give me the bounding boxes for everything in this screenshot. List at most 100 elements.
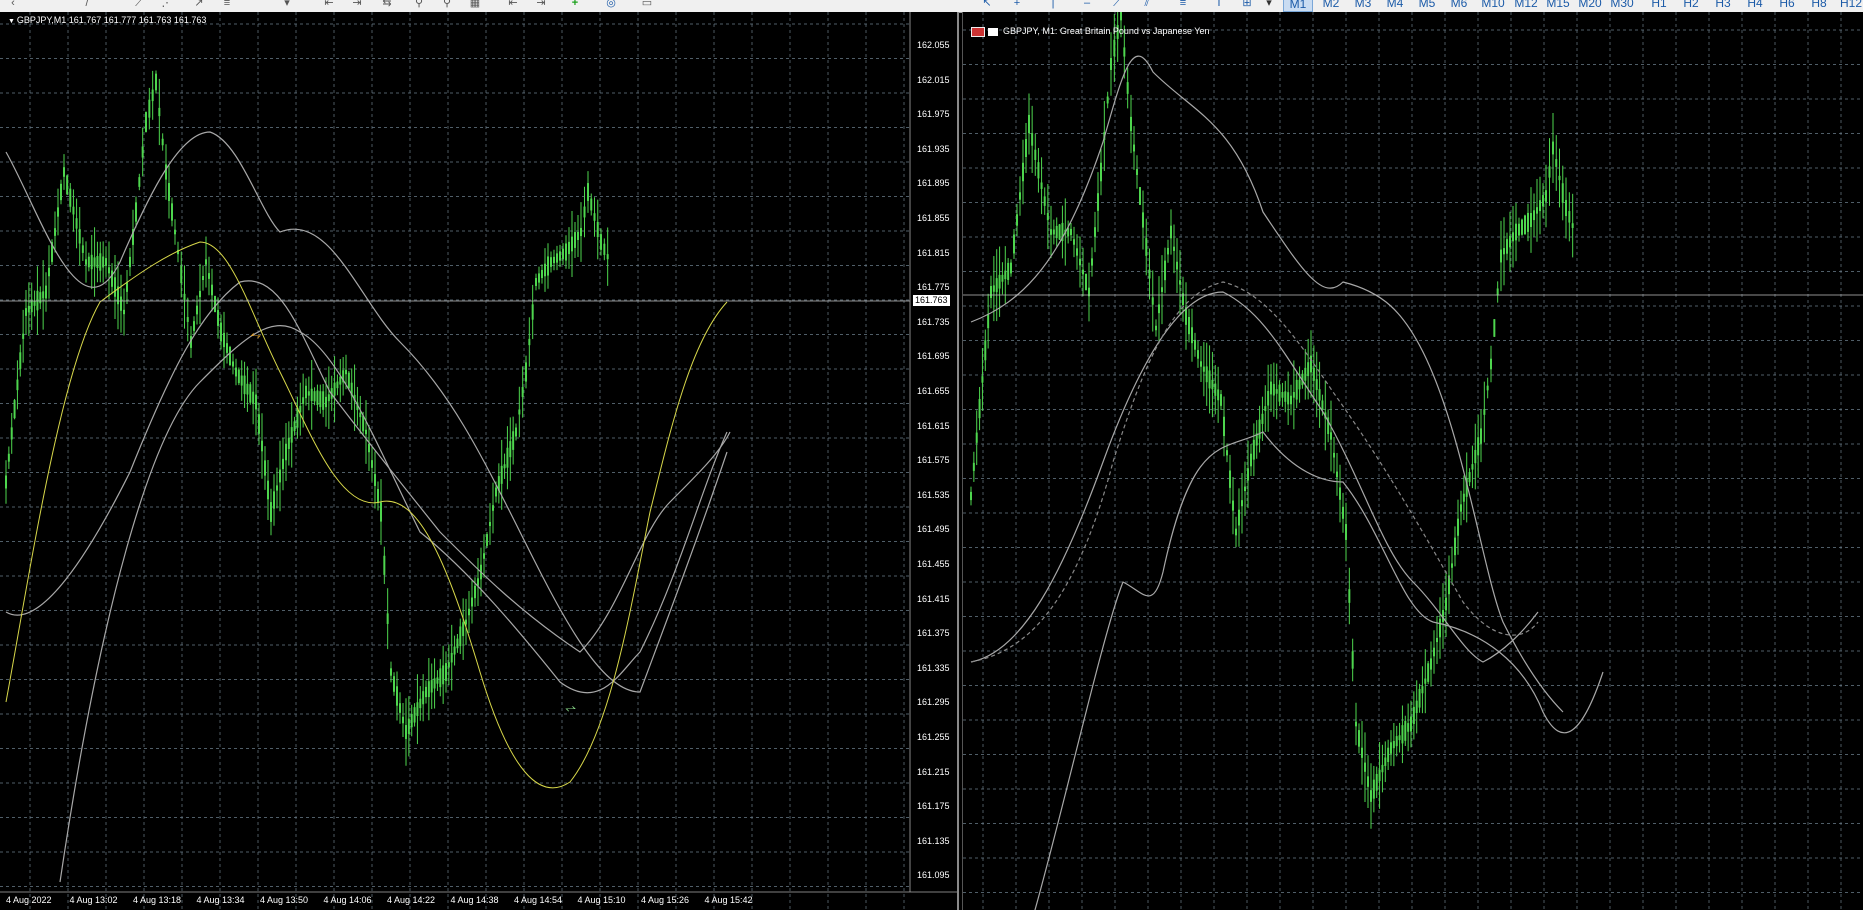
candle-body [1295, 379, 1298, 400]
shapes-icon[interactable]: ⊞ [1240, 0, 1254, 9]
period-left-icon[interactable]: ⇤ [506, 0, 520, 9]
candle-body [30, 300, 33, 313]
dropdown-chevron-icon[interactable]: ▾ [1262, 0, 1276, 9]
candle-body [474, 585, 476, 599]
fibonacci-icon[interactable]: ≡ [1176, 0, 1190, 9]
candle-body [232, 361, 234, 367]
candle-body [111, 270, 113, 287]
zoom-in-icon[interactable]: ⚲ [412, 0, 426, 9]
candle-body [544, 263, 546, 277]
candle-body [512, 431, 515, 450]
arrow-tool-icon[interactable]: / [80, 0, 94, 9]
timeframe-h6[interactable]: H6 [1775, 0, 1799, 10]
timeframe-h8[interactable]: H8 [1807, 0, 1831, 10]
candle-body [93, 257, 96, 267]
candle-body [1496, 288, 1499, 296]
timeframe-m5[interactable]: M5 [1414, 0, 1440, 10]
candle-body [995, 278, 998, 293]
timeframe-h1[interactable]: H1 [1647, 0, 1671, 10]
price-axis-label: 161.735 [917, 316, 950, 327]
left-chart-canvas[interactable]: ⥊⥋ [0, 12, 957, 910]
candle-body [69, 188, 72, 207]
candle-body [1194, 339, 1196, 350]
timeframe-m1[interactable]: M1 [1283, 0, 1313, 12]
channel-tool-icon[interactable]: ⋰ [160, 0, 174, 9]
candle-body [515, 427, 517, 437]
refresh-icon[interactable]: ◎ [604, 0, 618, 9]
price-axis-label: 162.015 [917, 74, 950, 85]
candle-body [285, 443, 287, 461]
chevron-left-icon[interactable]: ‹ [6, 0, 20, 9]
candle-body [1392, 740, 1395, 749]
collapse-triangle-icon[interactable]: ▼ [8, 18, 17, 25]
candle-body [174, 229, 176, 235]
timeframe-m10[interactable]: M10 [1478, 0, 1508, 10]
candle-body [1387, 747, 1390, 763]
shift-icon[interactable]: ⇆ [380, 0, 394, 9]
right-chart-window[interactable]: GBPJPY, M1: Great Britain Pound vs Japan… [962, 12, 1863, 910]
line-tool-icon[interactable]: ⟋ [132, 0, 146, 9]
price-axis-label: 161.815 [917, 247, 950, 258]
candle-body [1561, 183, 1564, 203]
timeframe-m30[interactable]: M30 [1607, 0, 1637, 10]
candle-body [202, 275, 204, 281]
timeframe-m12[interactable]: M12 [1511, 0, 1541, 10]
candle-body [562, 248, 564, 260]
candle-body [603, 243, 606, 255]
template-icon[interactable]: ▭ [640, 0, 654, 9]
timeframe-h3[interactable]: H3 [1711, 0, 1735, 10]
candle-body [1275, 389, 1278, 394]
candle-body [1025, 138, 1027, 158]
left-chart-window[interactable]: ⥊ ⥋ ▼ GBPJPY,M1 161.767 161.777 161.763 1… [0, 12, 959, 910]
candle-body [327, 394, 330, 402]
candle-body [538, 273, 540, 283]
candle-body [1133, 144, 1135, 152]
cursor-icon[interactable]: ↖ [980, 0, 994, 9]
add-indicator-icon[interactable]: + [568, 0, 582, 9]
timeframe-h4[interactable]: H4 [1743, 0, 1767, 10]
candle-body [54, 228, 56, 236]
timeframe-m3[interactable]: M3 [1350, 0, 1376, 10]
trendline-icon[interactable]: ⟋ [1110, 0, 1124, 9]
candle-body [1418, 688, 1421, 708]
candle-body [214, 295, 216, 313]
horizontal-line-icon[interactable]: – [1080, 0, 1094, 9]
timeframe-m6[interactable]: M6 [1446, 0, 1472, 10]
text-tool-icon[interactable]: ↗ [192, 0, 206, 9]
crosshair-icon[interactable]: + [1010, 0, 1024, 9]
timeframe-m4[interactable]: M4 [1382, 0, 1408, 10]
candle-body [123, 309, 125, 315]
price-axis-label: 161.295 [917, 697, 950, 708]
zoom-out-icon[interactable]: ⚲ [440, 0, 454, 9]
scroll-left-icon[interactable]: ⇤ [322, 0, 336, 9]
arrow-down-icon[interactable]: ▾ [280, 0, 294, 9]
text-icon[interactable]: T [1212, 0, 1226, 9]
right-chart-canvas[interactable] [963, 12, 1863, 910]
candle-body [1079, 258, 1081, 266]
vertical-line-icon[interactable]: | [1046, 0, 1060, 9]
timeframe-m20[interactable]: M20 [1575, 0, 1605, 10]
candle-body [158, 107, 161, 117]
candle-body [1120, 12, 1122, 21]
timeframe-m15[interactable]: M15 [1543, 0, 1573, 10]
scroll-right-icon[interactable]: ⇥ [350, 0, 364, 9]
timeframe-h12[interactable]: H12 [1839, 0, 1863, 10]
period-right-icon[interactable]: ⇥ [534, 0, 548, 9]
candle-body [439, 668, 442, 688]
timeframe-h2[interactable]: H2 [1679, 0, 1703, 10]
candle-body [1258, 419, 1261, 439]
timeframe-m2[interactable]: M2 [1318, 0, 1344, 10]
candle-body [596, 221, 599, 238]
candle-body [1404, 720, 1407, 741]
candle-body [114, 277, 116, 297]
price-axis-label: 161.935 [917, 143, 950, 154]
fibo-tool-icon[interactable]: ≡ [220, 0, 234, 9]
candle-body [593, 213, 596, 221]
candle-body [521, 387, 524, 397]
candle-body [1524, 215, 1526, 235]
tile-icon[interactable]: ▦ [468, 0, 482, 9]
channel-icon[interactable]: ⫽ [1140, 0, 1154, 9]
candle-body [1238, 509, 1240, 526]
candle-body [1512, 232, 1514, 242]
candle-body [503, 464, 506, 469]
